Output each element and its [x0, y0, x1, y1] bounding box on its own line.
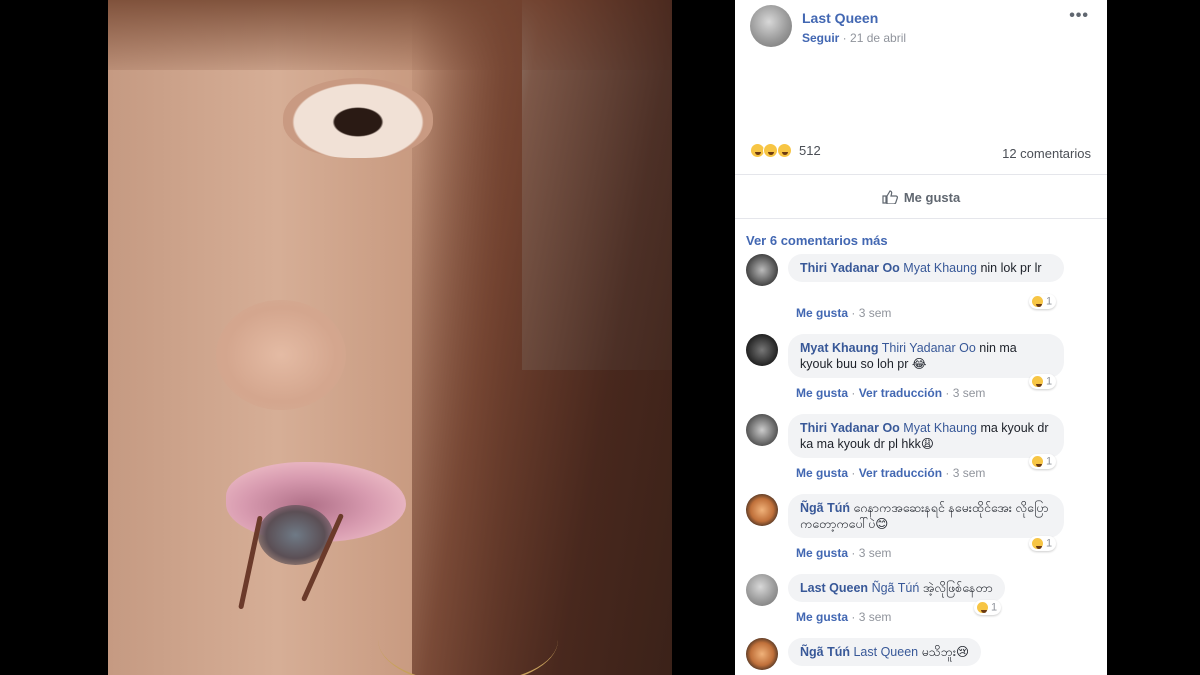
comment-bubble: Last Queen Ñgã Túń အဲ့လိုဖြစ်နေတာ — [788, 574, 1005, 602]
commenter-name[interactable]: Last Queen — [800, 581, 868, 595]
comment-reaction-count: 1 — [1046, 375, 1053, 388]
comment-time[interactable]: 3 sem — [859, 306, 892, 320]
reaction-count[interactable]: 512 — [799, 143, 821, 158]
comment-bubble: Ñgã Túń ဂေနာကအဆေးနရင် နမေးထိုင်အေး လိုပြ… — [788, 494, 1064, 538]
tagged-user[interactable]: Myat Khaung — [903, 421, 977, 435]
comment-count[interactable]: 12 comentarios — [1002, 146, 1091, 161]
comment-reaction-count: 1 — [991, 601, 998, 614]
author-avatar[interactable] — [750, 5, 792, 47]
photo-eye — [283, 78, 433, 158]
subline-separator: · — [839, 31, 851, 45]
commenter-avatar[interactable] — [746, 574, 778, 606]
comment-reactions[interactable]: 1 — [1029, 454, 1057, 469]
post-subline: Seguir · 21 de abril — [802, 31, 906, 45]
commenter-name[interactable]: Thiri Yadanar Oo — [800, 421, 900, 435]
more-options-icon[interactable]: ••• — [1069, 7, 1089, 25]
comment-bubble: Myat Khaung Thiri Yadanar Oo nin ma kyou… — [788, 334, 1064, 378]
comment-reactions[interactable]: 1 — [974, 600, 1002, 615]
tagged-user[interactable]: Last Queen — [853, 645, 918, 659]
tagged-user[interactable]: Thiri Yadanar Oo — [882, 341, 976, 355]
like-button[interactable]: Me gusta — [882, 190, 960, 205]
post-date[interactable]: 21 de abril — [850, 31, 906, 45]
haha-reaction-icon — [1031, 455, 1044, 468]
commenter-avatar[interactable] — [746, 414, 778, 446]
comment-meta: Me gusta · 3 sem — [796, 546, 892, 560]
comment-bubble: Thiri Yadanar Oo Myat Khaung nin lok pr … — [788, 254, 1064, 282]
photo-hair — [412, 0, 672, 675]
divider — [735, 218, 1107, 219]
comment-like-link[interactable]: Me gusta — [796, 610, 848, 624]
comment-reaction-count: 1 — [1046, 295, 1053, 308]
comment-reaction-count: 1 — [1046, 537, 1053, 550]
commenter-avatar[interactable] — [746, 494, 778, 526]
commenter-name[interactable]: Ñgã Túń — [800, 645, 850, 659]
commenter-name[interactable]: Thiri Yadanar Oo — [800, 261, 900, 275]
sad-reaction-icon — [976, 601, 989, 614]
comment-reactions[interactable]: 1 — [1029, 374, 1057, 389]
comment-text: အဲ့လိုဖြစ်နေတာ — [919, 581, 993, 595]
translate-link[interactable]: Ver traducción — [859, 386, 942, 400]
commenter-name[interactable]: Myat Khaung — [800, 341, 878, 355]
post-photo[interactable] — [108, 0, 672, 675]
view-more-comments-link[interactable]: Ver 6 comentarios más — [746, 233, 888, 248]
tagged-user[interactable]: Ñgã Túń — [872, 581, 920, 595]
comment-meta: Me gusta · Ver traducción · 3 sem — [796, 386, 986, 400]
haha-reaction-icon — [1031, 295, 1044, 308]
like-label: Me gusta — [903, 190, 961, 205]
comment-meta: Me gusta · Ver traducción · 3 sem — [796, 466, 986, 480]
thumbs-up-icon — [882, 190, 898, 204]
commenter-avatar[interactable] — [746, 254, 778, 286]
comment-reactions[interactable]: 1 — [1029, 536, 1057, 551]
comment-time[interactable]: 3 sem — [953, 466, 986, 480]
action-bar: Me gusta — [735, 180, 1107, 216]
comment-like-link[interactable]: Me gusta — [796, 546, 848, 560]
comment-like-link[interactable]: Me gusta — [796, 306, 848, 320]
haha-reaction-icon — [1031, 537, 1044, 550]
comment-like-link[interactable]: Me gusta — [796, 466, 848, 480]
comment-meta: Me gusta · 3 sem — [796, 306, 892, 320]
comment-meta: Me gusta · 3 sem — [796, 610, 892, 624]
photo-necklace — [378, 595, 558, 675]
translate-link[interactable]: Ver traducción — [859, 466, 942, 480]
wow-reaction-icon — [776, 143, 792, 159]
comment-reaction-count: 1 — [1046, 455, 1053, 468]
commenter-avatar[interactable] — [746, 334, 778, 366]
tagged-user[interactable]: Myat Khaung — [903, 261, 977, 275]
reactions-summary[interactable]: 512 12 comentarios — [750, 143, 1091, 165]
facebook-post-card: Last Queen Seguir · 21 de abril ••• 512 … — [735, 0, 1107, 675]
author-name[interactable]: Last Queen — [802, 10, 878, 26]
comment-text: မသိဘူး😢 — [918, 645, 970, 659]
comment-reactions[interactable]: 1 — [1029, 294, 1057, 309]
comment-time[interactable]: 3 sem — [859, 610, 892, 624]
comment-time[interactable]: 3 sem — [859, 546, 892, 560]
comment-bubble: Thiri Yadanar Oo Myat Khaung ma kyouk dr… — [788, 414, 1064, 458]
follow-link[interactable]: Seguir — [802, 31, 839, 45]
comment-bubble: Ñgã Túń Last Queen မသိဘူး😢 — [788, 638, 982, 666]
commenter-avatar[interactable] — [746, 638, 778, 670]
divider — [735, 174, 1107, 175]
comment-time[interactable]: 3 sem — [953, 386, 986, 400]
comment-text: nin lok pr lr — [976, 261, 1042, 275]
commenter-name[interactable]: Ñgã Túń — [800, 501, 850, 515]
haha-reaction-icon — [1031, 375, 1044, 388]
comment-like-link[interactable]: Me gusta — [796, 386, 848, 400]
post-header: Last Queen Seguir · 21 de abril ••• — [750, 3, 1095, 47]
photo-nose — [216, 300, 346, 410]
